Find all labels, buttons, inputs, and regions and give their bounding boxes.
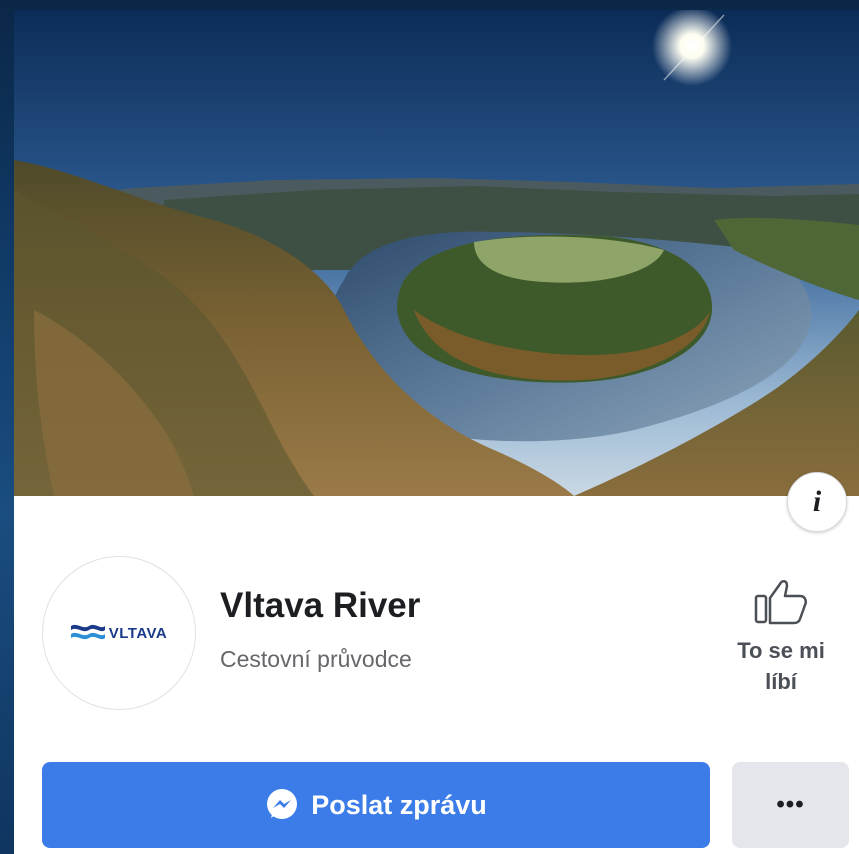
messenger-icon: [267, 789, 298, 819]
vltava-logo: VLTAVA: [70, 622, 168, 644]
page-category: Cestovní průvodce: [220, 646, 412, 672]
more-options-button[interactable]: •••: [732, 762, 849, 848]
thumbs-up-icon: [754, 580, 808, 625]
send-message-label: Poslat zprávu: [311, 789, 487, 820]
more-icon: •••: [776, 791, 805, 818]
logo-text: VLTAVA: [108, 624, 168, 642]
info-button[interactable]: i: [787, 472, 847, 532]
cover-landscape-image: [14, 10, 859, 496]
like-button[interactable]: To se mi líbí: [726, 576, 836, 697]
waves-icon: [70, 624, 105, 640]
page-card: i VLTAVA Vltava River Cestovní průvodce …: [14, 10, 859, 854]
send-message-button[interactable]: Poslat zprávu: [42, 762, 710, 848]
cover-photo[interactable]: [14, 10, 859, 496]
page-avatar[interactable]: VLTAVA: [42, 556, 196, 710]
like-label: To se mi líbí: [726, 635, 836, 697]
info-icon: i: [812, 485, 822, 518]
like-label-line2: líbí: [765, 669, 797, 694]
like-label-line1: To se mi: [737, 638, 825, 663]
page-title[interactable]: Vltava River: [220, 586, 420, 626]
